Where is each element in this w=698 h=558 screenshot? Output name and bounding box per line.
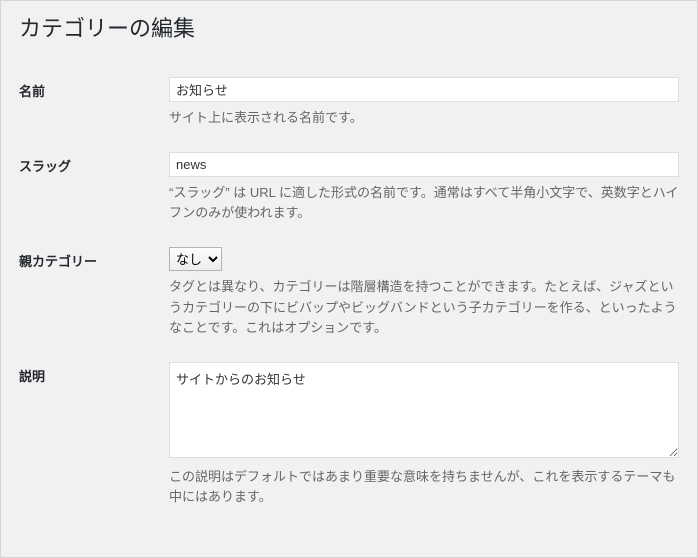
edit-category-page: カテゴリーの編集 名前 サイト上に表示される名前です。 スラッグ “スラッグ” … [0, 0, 698, 558]
help-parent: タグとは異なり、カテゴリーは階層構造を持つことができます。たとえば、ジャズという… [169, 277, 679, 337]
form-table: 名前 サイト上に表示される名前です。 スラッグ “スラッグ” は URL に適し… [19, 65, 679, 519]
help-description: この説明はデフォルトではあまり重要な意味を持ちませんが、これを表示するテーマも中… [169, 467, 679, 507]
label-name: 名前 [19, 65, 169, 140]
row-slug: スラッグ “スラッグ” は URL に適した形式の名前です。通常はすべて半角小文… [19, 140, 679, 235]
row-name: 名前 サイト上に表示される名前です。 [19, 65, 679, 140]
label-slug: スラッグ [19, 140, 169, 235]
slug-input[interactable] [169, 152, 679, 177]
help-name: サイト上に表示される名前です。 [169, 108, 679, 128]
parent-select[interactable]: なし [169, 247, 222, 271]
name-input[interactable] [169, 77, 679, 102]
label-parent: 親カテゴリー [19, 235, 169, 349]
description-textarea[interactable]: サイトからのお知らせ [169, 362, 679, 458]
help-slug: “スラッグ” は URL に適した形式の名前です。通常はすべて半角小文字で、英数… [169, 183, 679, 223]
row-description: 説明 サイトからのお知らせ この説明はデフォルトではあまり重要な意味を持ちません… [19, 350, 679, 519]
page-title: カテゴリーの編集 [19, 11, 679, 43]
row-parent: 親カテゴリー なし タグとは異なり、カテゴリーは階層構造を持つことができます。た… [19, 235, 679, 349]
label-description: 説明 [19, 350, 169, 519]
